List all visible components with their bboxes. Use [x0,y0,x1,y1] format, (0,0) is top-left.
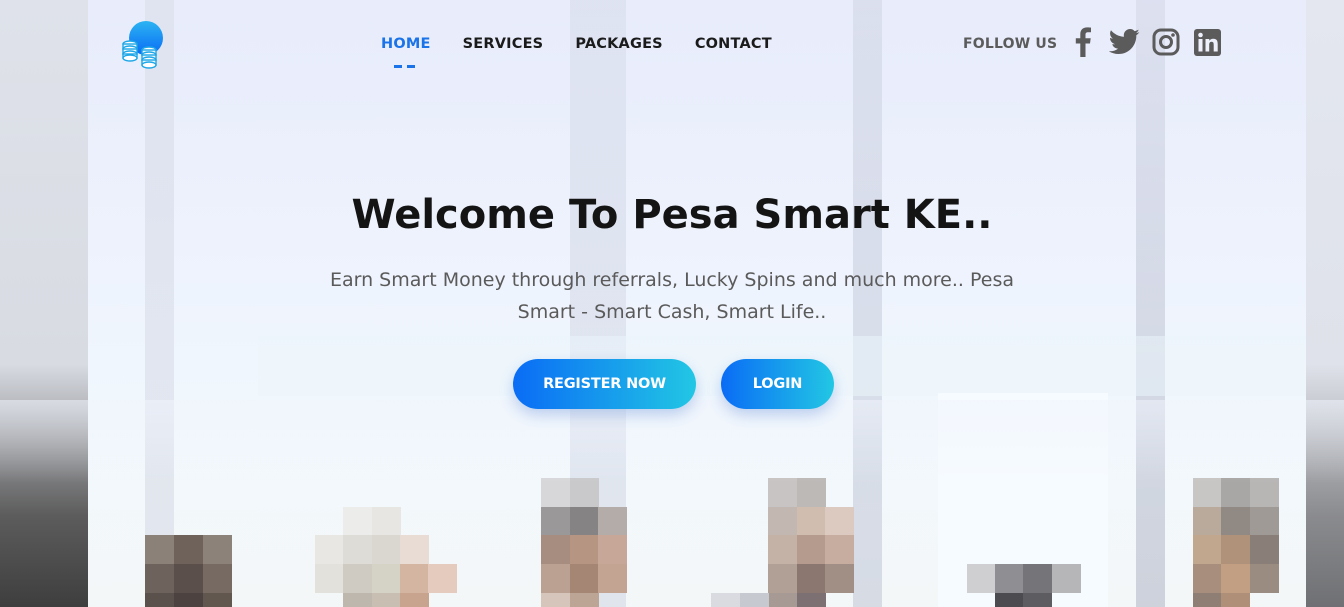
main-nav: HOME SERVICES PACKAGES CONTACT [381,35,772,68]
nav-contact[interactable]: CONTACT [695,35,772,57]
nav-contact-label: CONTACT [694,36,772,52]
nav-home-label: HOME [381,36,431,52]
instagram-icon[interactable] [1152,26,1180,58]
nav-services-label: SERVICES [462,36,544,52]
nav-packages[interactable]: PACKAGES [575,35,662,57]
nav-home[interactable]: HOME [381,35,431,68]
logo-coins-icon[interactable] [120,18,166,74]
hero-subtitle-line-1: Earn Smart Money through referrals, Luck… [329,269,1015,291]
hero-title: Welcome To Pesa Smart KE.. [351,192,993,238]
nav-packages-label: PACKAGES [575,36,663,52]
twitter-icon[interactable] [1109,26,1140,58]
hero-subtitle: Earn Smart Money through referrals, Luck… [318,264,1026,328]
login-button[interactable]: LOGIN [721,359,834,409]
register-now-button[interactable]: REGISTER NOW [513,359,696,409]
linkedin-icon[interactable] [1194,26,1221,58]
facebook-icon[interactable] [1074,26,1092,58]
nav-active-indicator [394,65,415,68]
hero-subtitle-line-2: Smart - Smart Cash, Smart Life.. [517,301,827,323]
follow-us-label: FOLLOW US [963,36,1058,52]
nav-services[interactable]: SERVICES [463,35,544,57]
site-header: HOME SERVICES PACKAGES CONTACT FOLLOW US [0,0,1344,90]
